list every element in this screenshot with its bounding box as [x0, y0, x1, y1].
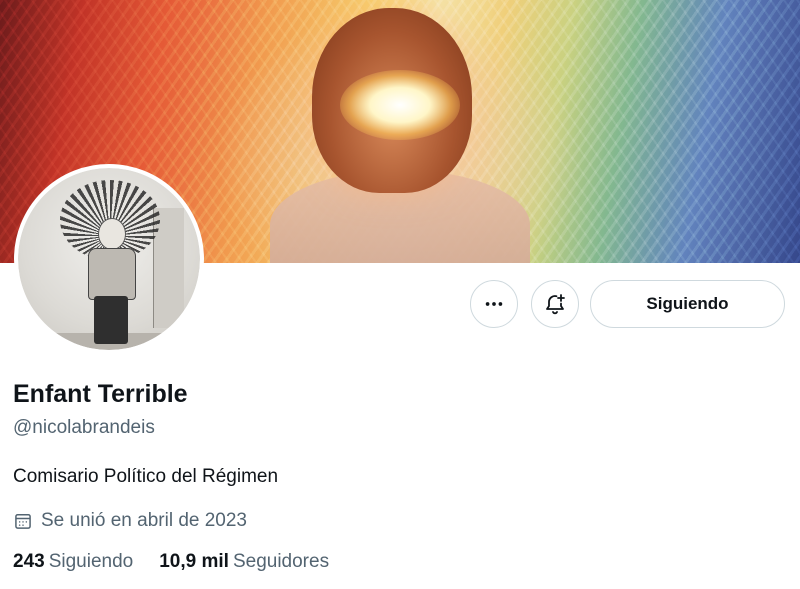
profile-bio: Comisario Político del Régimen: [13, 466, 279, 487]
notifications-button[interactable]: [531, 280, 579, 328]
profile-handle: @nicolabrandeis: [13, 417, 155, 438]
following-label: Siguiendo: [48, 551, 134, 572]
more-horizontal-icon: [485, 302, 503, 306]
join-date: Se unió en abril de 2023: [13, 510, 247, 532]
bell-plus-icon: [546, 294, 565, 315]
followers-label: Seguidores: [232, 551, 330, 572]
profile-avatar[interactable]: [14, 164, 204, 354]
join-date-text: Se unió en abril de 2023: [41, 510, 247, 531]
avatar-body: [88, 248, 136, 300]
avatar-legs: [94, 296, 128, 344]
calendar-icon: [15, 514, 31, 529]
followers-count: 10,9 mil: [159, 551, 229, 572]
profile-stats: 243 Siguiendo 10,9 mil Seguidores: [13, 551, 355, 573]
followers-stat[interactable]: 10,9 mil Seguidores: [159, 551, 329, 573]
avatar-face: [98, 218, 126, 250]
following-button[interactable]: Siguiendo: [590, 280, 785, 328]
profile-name: Enfant Terrible: [13, 380, 188, 408]
following-count: 243: [13, 551, 45, 572]
avatar-illustration: [18, 168, 200, 350]
banner-glowing-eyes: [340, 70, 460, 140]
following-stat[interactable]: 243 Siguiendo: [13, 551, 133, 573]
more-options-button[interactable]: [470, 280, 518, 328]
